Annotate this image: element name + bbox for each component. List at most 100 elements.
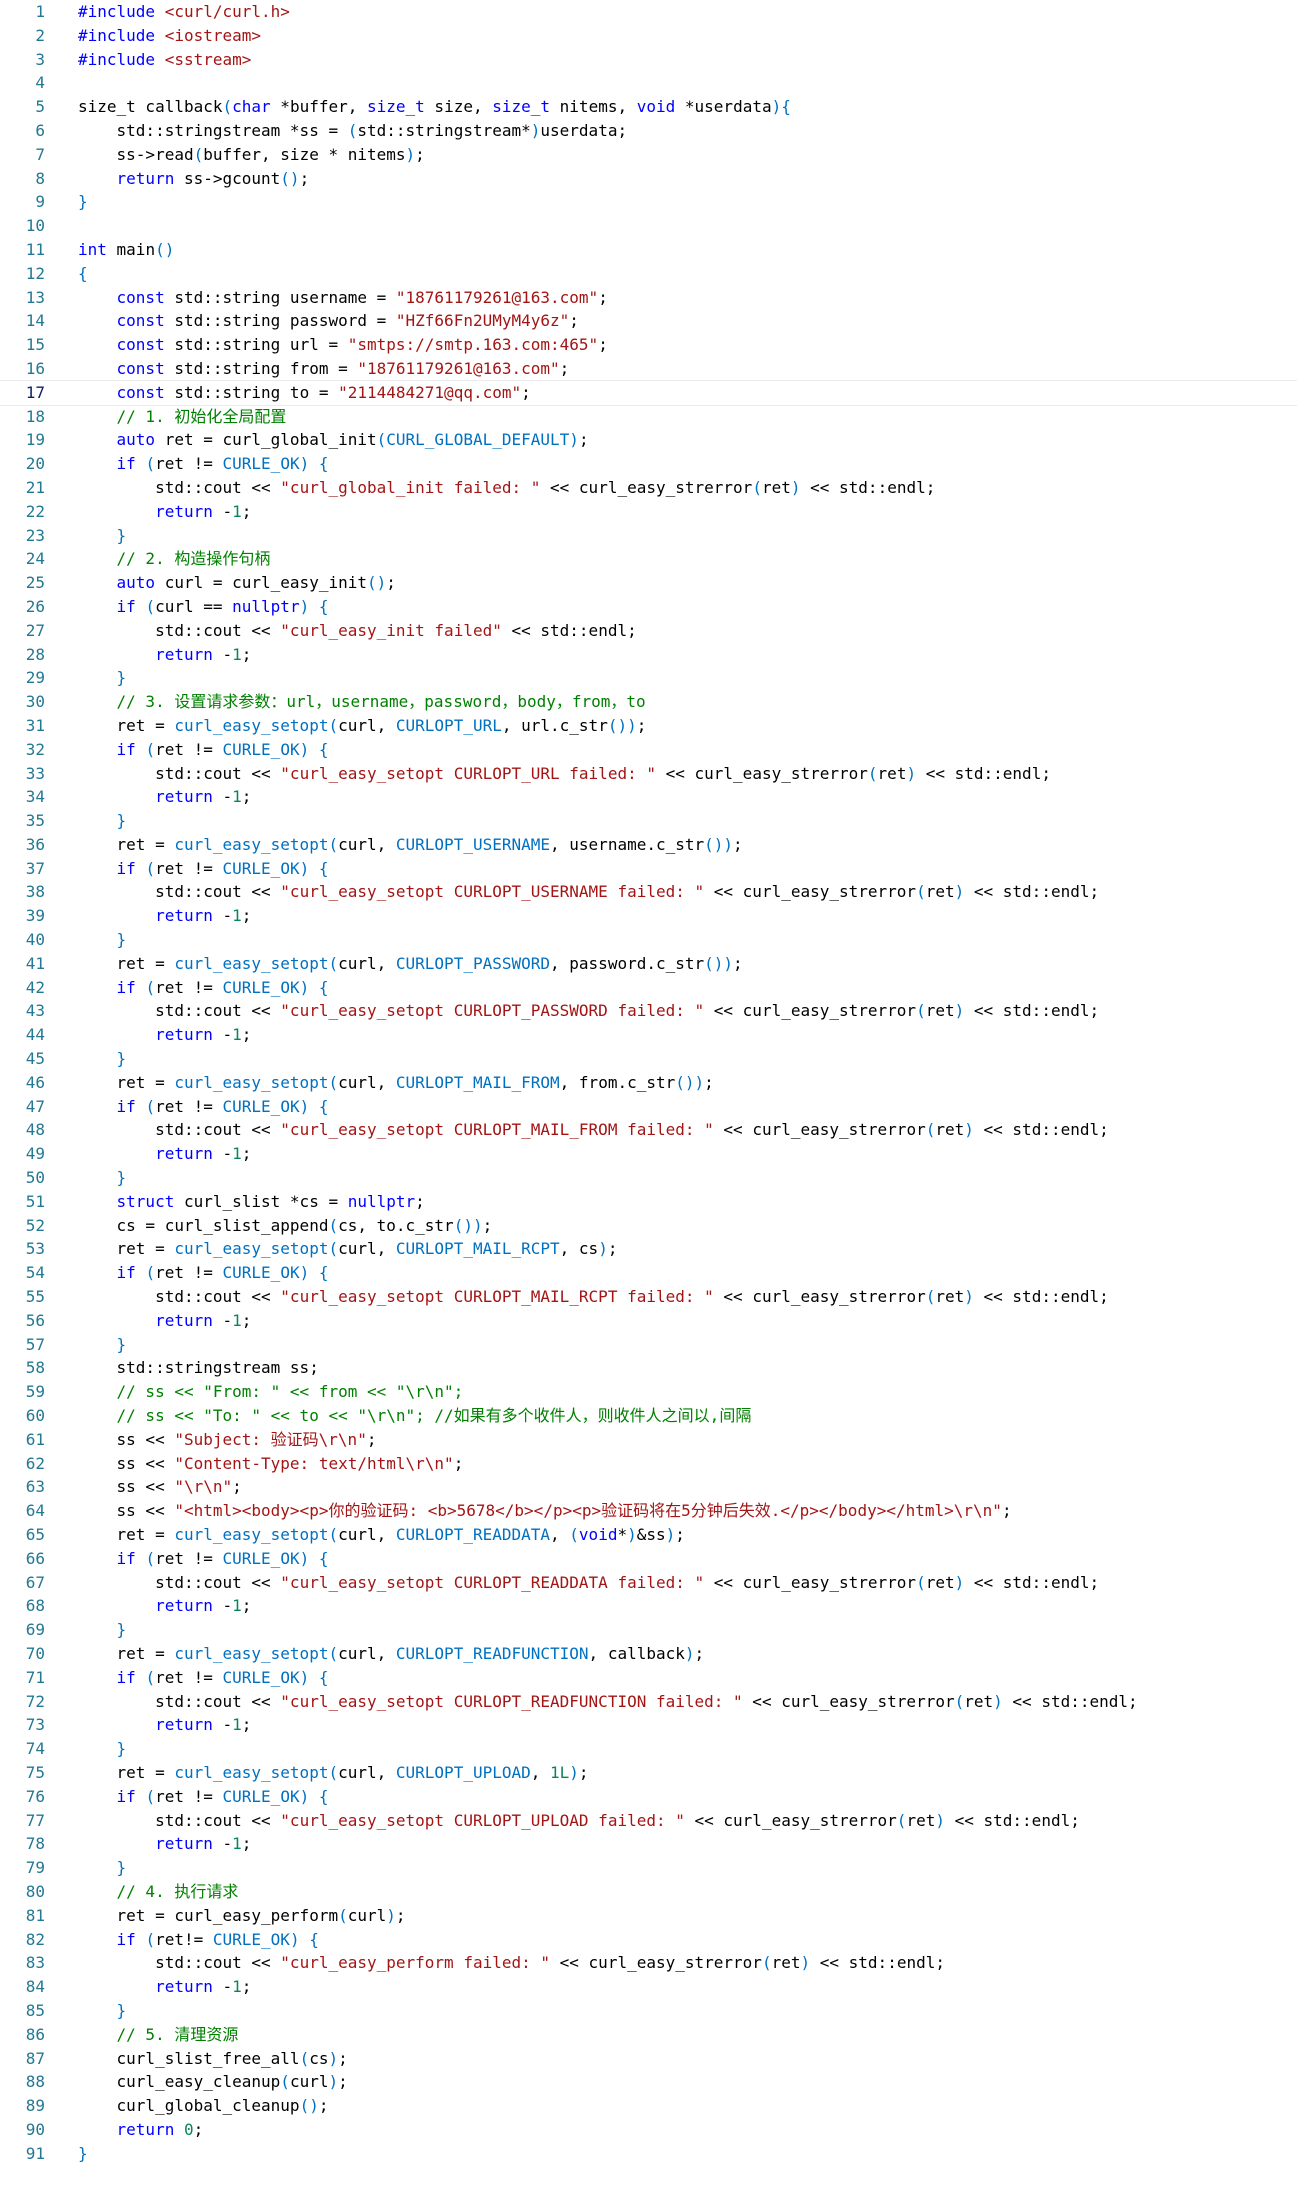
code-line[interactable]: 22 return -1; xyxy=(0,500,1297,524)
code-line[interactable]: 47 if (ret != CURLE_OK) { xyxy=(0,1095,1297,1119)
code-line[interactable]: 71 if (ret != CURLE_OK) { xyxy=(0,1666,1297,1690)
code-line[interactable]: 30 // 3. 设置请求参数：url，username，password，bo… xyxy=(0,690,1297,714)
code-line[interactable]: 12 { xyxy=(0,262,1297,286)
code-line[interactable]: 80 // 4. 执行请求 xyxy=(0,1880,1297,1904)
code-line[interactable]: 50 } xyxy=(0,1166,1297,1190)
code-line[interactable]: 10 xyxy=(0,214,1297,238)
code-line[interactable]: 37 if (ret != CURLE_OK) { xyxy=(0,857,1297,881)
token-text: << curl_easy_strerror xyxy=(742,1691,955,1711)
code-line[interactable]: 8 return ss->gcount(); xyxy=(0,167,1297,191)
code-line[interactable]: 82 if (ret!= CURLE_OK) { xyxy=(0,1928,1297,1952)
code-line[interactable]: 26 if (curl == nullptr) { xyxy=(0,595,1297,619)
code-line[interactable]: 20 if (ret != CURLE_OK) { xyxy=(0,452,1297,476)
code-line[interactable]: 5 size_t callback(char *buffer, size_t si… xyxy=(0,95,1297,119)
code-line[interactable]: 83 std::cout << "curl_easy_perform faile… xyxy=(0,1951,1297,1975)
code-line[interactable]: 32 if (ret != CURLE_OK) { xyxy=(0,738,1297,762)
token-macro: { xyxy=(78,263,88,283)
token-text: ; xyxy=(733,834,743,854)
code-line[interactable]: 68 return -1; xyxy=(0,1594,1297,1618)
code-line[interactable]: 38 std::cout << "curl_easy_setopt CURLOP… xyxy=(0,880,1297,904)
code-line[interactable]: 39 return -1; xyxy=(0,904,1297,928)
code-line[interactable]: 79 } xyxy=(0,1856,1297,1880)
code-line[interactable]: 4 xyxy=(0,71,1297,95)
code-line[interactable]: 56 return -1; xyxy=(0,1309,1297,1333)
code-line[interactable]: 9} xyxy=(0,190,1297,214)
code-line[interactable]: 64 ss << "<html><body><p>你的验证码: <b>5678<… xyxy=(0,1499,1297,1523)
code-line[interactable]: 76 if (ret != CURLE_OK) { xyxy=(0,1785,1297,1809)
token-macro: ( xyxy=(299,2048,310,2068)
code-line[interactable]: 11 int main() xyxy=(0,238,1297,262)
code-line[interactable]: 31 ret = curl_easy_setopt(curl, CURLOPT_… xyxy=(0,714,1297,738)
code-line[interactable]: 69 } xyxy=(0,1618,1297,1642)
code-line[interactable]: 7 ss->read(buffer, size * nitems); xyxy=(0,143,1297,167)
code-line[interactable]: 86 // 5. 清理资源 xyxy=(0,2023,1297,2047)
code-line[interactable]: 53 ret = curl_easy_setopt(curl, CURLOPT_… xyxy=(0,1237,1297,1261)
code-line[interactable]: 70 ret = curl_easy_setopt(curl, CURLOPT_… xyxy=(0,1642,1297,1666)
code-line[interactable]: 49 return -1; xyxy=(0,1142,1297,1166)
code-line[interactable]: 6 std::stringstream *ss = (std::stringst… xyxy=(0,119,1297,143)
code-line[interactable]: 60 // ss << "To: " << to << "\r\n"; //如果… xyxy=(0,1404,1297,1428)
code-line[interactable]: 44 return -1; xyxy=(0,1023,1297,1047)
code-line[interactable]: 1 #include <curl/curl.h> xyxy=(0,0,1297,24)
code-line[interactable]: 42 if (ret != CURLE_OK) { xyxy=(0,976,1297,1000)
code-line[interactable]: 48 std::cout << "curl_easy_setopt CURLOP… xyxy=(0,1118,1297,1142)
code-line[interactable]: 13 const std::string username = "1876117… xyxy=(0,286,1297,310)
code-line[interactable]: 59 // ss << "From: " << from << "\r\n"; xyxy=(0,1380,1297,1404)
code-line[interactable]: 19 auto ret = curl_global_init(CURL_GLOB… xyxy=(0,428,1297,452)
code-line[interactable]: 77 std::cout << "curl_easy_setopt CURLOP… xyxy=(0,1809,1297,1833)
code-line[interactable]: 2 #include <iostream> xyxy=(0,24,1297,48)
code-line[interactable]: 65 ret = curl_easy_setopt(curl, CURLOPT_… xyxy=(0,1523,1297,1547)
token-macro: ( xyxy=(916,1001,926,1021)
code-line[interactable]: 61 ss << "Subject: 验证码\r\n"; xyxy=(0,1428,1297,1452)
code-line[interactable]: 15 const std::string url = "smtps://smtp… xyxy=(0,333,1297,357)
code-line[interactable]: 87 curl_slist_free_all(cs); xyxy=(0,2047,1297,2071)
code-line[interactable]: 28 return -1; xyxy=(0,643,1297,667)
code-line[interactable]: 73 return -1; xyxy=(0,1713,1297,1737)
code-line[interactable]: 74 } xyxy=(0,1737,1297,1761)
code-line[interactable]: 3 #include <sstream> xyxy=(0,48,1297,72)
code-line[interactable]: 36 ret = curl_easy_setopt(curl, CURLOPT_… xyxy=(0,833,1297,857)
code-line[interactable]: 43 std::cout << "curl_easy_setopt CURLOP… xyxy=(0,999,1297,1023)
code-line[interactable]: 91} xyxy=(0,2142,1297,2166)
code-line[interactable]: 51 struct curl_slist *cs = nullptr; xyxy=(0,1190,1297,1214)
code-line[interactable]: 88 curl_easy_cleanup(curl); xyxy=(0,2070,1297,2094)
code-line[interactable]: 34 return -1; xyxy=(0,785,1297,809)
code-line[interactable]: 62 ss << "Content-Type: text/html\r\n"; xyxy=(0,1452,1297,1476)
code-line[interactable]: 18 // 1. 初始化全局配置 xyxy=(0,405,1297,429)
line-source: return -1; xyxy=(78,1309,1297,1333)
code-line[interactable]: 67 std::cout << "curl_easy_setopt CURLOP… xyxy=(0,1571,1297,1595)
code-line[interactable]: 81 ret = curl_easy_perform(curl); xyxy=(0,1904,1297,1928)
code-line[interactable]: 24 // 2. 构造操作句柄 xyxy=(0,547,1297,571)
code-line[interactable]: 14 const std::string password = "HZf66Fn… xyxy=(0,309,1297,333)
code-line[interactable]: 58 std::stringstream ss; xyxy=(0,1356,1297,1380)
code-line[interactable]: 46 ret = curl_easy_setopt(curl, CURLOPT_… xyxy=(0,1071,1297,1095)
code-line[interactable]: 84 return -1; xyxy=(0,1975,1297,1999)
code-line[interactable]: 27 std::cout << "curl_easy_init failed" … xyxy=(0,619,1297,643)
code-line[interactable]: 78 return -1; xyxy=(0,1832,1297,1856)
code-line[interactable]: 35 } xyxy=(0,809,1297,833)
code-line[interactable]: 89 curl_global_cleanup(); xyxy=(0,2094,1297,2118)
code-line[interactable]: 63 ss << "\r\n"; xyxy=(0,1475,1297,1499)
code-line[interactable]: 23 } xyxy=(0,524,1297,548)
code-line[interactable]: 55 std::cout << "curl_easy_setopt CURLOP… xyxy=(0,1285,1297,1309)
code-line[interactable]: 41 ret = curl_easy_setopt(curl, CURLOPT_… xyxy=(0,952,1297,976)
code-line[interactable]: 40 } xyxy=(0,928,1297,952)
code-line[interactable]: 21 std::cout << "curl_global_init failed… xyxy=(0,476,1297,500)
code-line[interactable]: 66 if (ret != CURLE_OK) { xyxy=(0,1547,1297,1571)
code-line[interactable]: 85 } xyxy=(0,1999,1297,2023)
code-line[interactable]: 72 std::cout << "curl_easy_setopt CURLOP… xyxy=(0,1690,1297,1714)
code-line[interactable]: 54 if (ret != CURLE_OK) { xyxy=(0,1261,1297,1285)
code-line[interactable]: 29 } xyxy=(0,666,1297,690)
code-line[interactable]: 90 return 0; xyxy=(0,2118,1297,2142)
code-line[interactable]: 17 const std::string to = "2114484271@qq… xyxy=(0,379,1297,406)
token-text: ret = xyxy=(78,1643,175,1663)
code-line[interactable]: 33 std::cout << "curl_easy_setopt CURLOP… xyxy=(0,762,1297,786)
code-line[interactable]: 25 auto curl = curl_easy_init(); xyxy=(0,571,1297,595)
code-line[interactable]: 52 cs = curl_slist_append(cs, to.c_str()… xyxy=(0,1214,1297,1238)
code-line[interactable]: 16 const std::string from = "18761179261… xyxy=(0,357,1297,381)
code-line[interactable]: 75 ret = curl_easy_setopt(curl, CURLOPT_… xyxy=(0,1761,1297,1785)
code-line[interactable]: 57 } xyxy=(0,1333,1297,1357)
line-number: 47 xyxy=(25,1096,45,1116)
code-line[interactable]: 45 } xyxy=(0,1047,1297,1071)
code-editor[interactable]: 1 #include <curl/curl.h> 2 #include <iostre… xyxy=(0,0,1297,2192)
